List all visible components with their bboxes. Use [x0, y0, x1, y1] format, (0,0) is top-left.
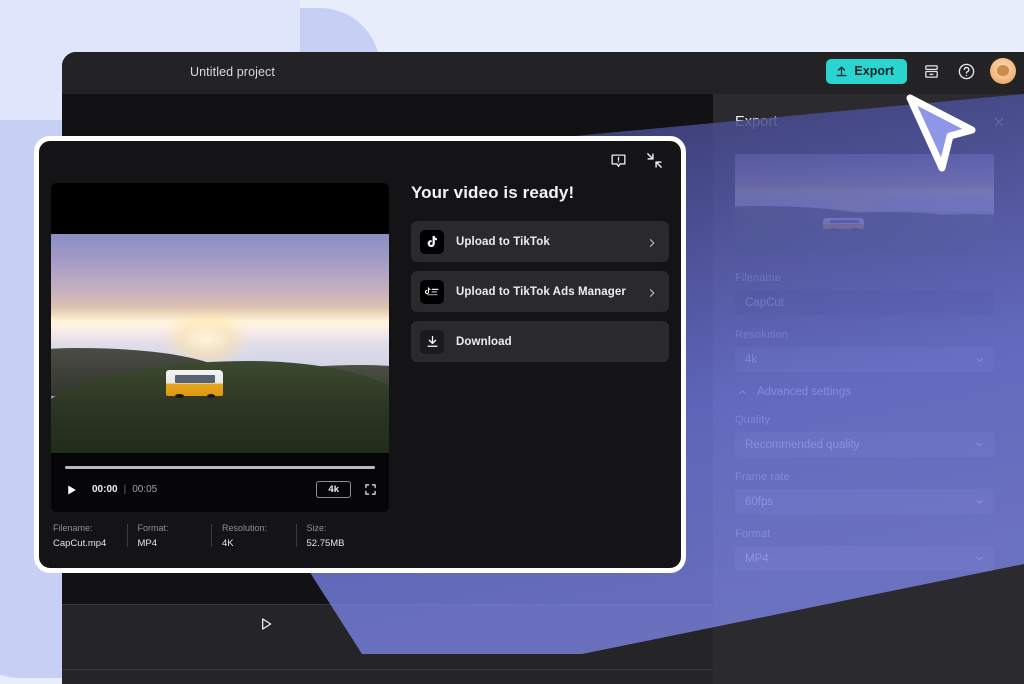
- van-window: [830, 220, 859, 223]
- timeline-play-icon[interactable]: [258, 615, 274, 633]
- export-preview-thumbnail: [735, 154, 994, 254]
- upload-to-tiktok-ads-manager-button[interactable]: Upload to TikTok Ads Manager: [411, 271, 669, 312]
- close-icon[interactable]: [988, 111, 1010, 133]
- seek-slider[interactable]: [65, 466, 375, 469]
- dialog-tool-icons: [609, 151, 664, 170]
- advanced-settings-toggle[interactable]: Advanced settings: [737, 386, 994, 398]
- tiktok-icon: [420, 230, 444, 254]
- advanced-settings-label: Advanced settings: [757, 386, 851, 398]
- chevron-down-icon: [974, 496, 985, 507]
- framerate-value: 60fps: [745, 496, 773, 508]
- quality-select[interactable]: Recommended quality: [735, 432, 994, 457]
- export-panel-header: Export: [735, 111, 1010, 133]
- download-button[interactable]: Download: [411, 321, 669, 362]
- video-artwork: [51, 234, 389, 453]
- help-circle-icon[interactable]: [955, 60, 977, 82]
- video-preview-card: 00:00 | 00:05 4k: [51, 183, 389, 512]
- export-panel: Export: [713, 94, 1024, 684]
- filename-label: Filename: [735, 272, 994, 284]
- quality-chip[interactable]: 4k: [316, 481, 351, 498]
- play-button[interactable]: [65, 483, 78, 497]
- meta-format: Format: MP4: [136, 523, 221, 549]
- fullscreen-icon[interactable]: [364, 483, 377, 496]
- player-control-row: 00:00 | 00:05 4k: [65, 481, 377, 498]
- avatar[interactable]: [990, 58, 1016, 84]
- van-wheel-rear: [852, 228, 858, 230]
- dialog-heading: Your video is ready!: [411, 183, 669, 203]
- quality-label: Quality: [735, 414, 994, 426]
- export-button[interactable]: Export: [826, 59, 907, 84]
- player-right-controls: 4k: [316, 481, 377, 498]
- meta-filename: Filename: CapCut.mp4: [51, 523, 136, 549]
- upload-to-tiktok-button[interactable]: Upload to TikTok: [411, 221, 669, 262]
- export-settings-form: Filename CapCut Resolution 4k Advanced s…: [735, 272, 994, 585]
- camper-van: [166, 370, 223, 396]
- action-label: Download: [456, 336, 512, 348]
- meta-resolution: Resolution: 4K: [220, 523, 305, 549]
- van-window: [175, 375, 215, 383]
- total-time: 00:05: [132, 484, 157, 495]
- page-title: Untitled project: [190, 65, 275, 79]
- filename-value: CapCut: [745, 297, 784, 309]
- share-actions-column: Your video is ready! Upload to TikTok: [411, 183, 669, 371]
- upload-icon: [835, 65, 848, 78]
- chevron-down-icon: [974, 553, 985, 564]
- video-ready-dialog: 00:00 | 00:05 4k Filename: CapCut.mp4: [34, 136, 686, 573]
- format-select[interactable]: MP4: [735, 546, 994, 571]
- resolution-label: Resolution: [735, 329, 994, 341]
- action-label: Upload to TikTok: [456, 236, 550, 248]
- chevron-down-icon: [974, 354, 985, 365]
- quality-value: Recommended quality: [745, 439, 859, 451]
- framerate-select[interactable]: 60fps: [735, 489, 994, 514]
- filename-input[interactable]: CapCut: [735, 290, 994, 315]
- app-header: Untitled project Export: [62, 52, 1024, 94]
- header-actions: Export: [826, 58, 1016, 84]
- action-label: Upload to TikTok Ads Manager: [456, 286, 626, 298]
- chevron-up-icon: [737, 387, 748, 398]
- resolution-select[interactable]: 4k: [735, 347, 994, 372]
- archive-icon[interactable]: [920, 60, 942, 82]
- export-panel-title: Export: [735, 114, 778, 130]
- chevron-down-icon: [974, 439, 985, 450]
- file-metadata-row: Filename: CapCut.mp4 Format: MP4 Resolut…: [51, 523, 389, 549]
- camper-van: [823, 218, 864, 229]
- timeline-track[interactable]: [62, 669, 713, 670]
- current-time: 00:00: [92, 484, 118, 495]
- tiktok-ads-icon: [420, 280, 444, 304]
- timeline-area[interactable]: [62, 604, 713, 684]
- van-body: [166, 370, 223, 396]
- chevron-right-icon: [646, 236, 658, 248]
- video-player-controls: 00:00 | 00:05 4k: [51, 453, 389, 512]
- van-wheel-front: [830, 228, 836, 230]
- chevron-right-icon: [646, 286, 658, 298]
- video-artwork: [735, 154, 994, 254]
- resolution-value: 4k: [745, 354, 757, 366]
- download-icon: [420, 330, 444, 354]
- export-button-label: Export: [854, 64, 894, 78]
- feedback-icon[interactable]: [609, 151, 628, 170]
- format-label: Format: [735, 528, 994, 540]
- framerate-label: Frame rate: [735, 471, 994, 483]
- collapse-icon[interactable]: [645, 151, 664, 170]
- time-separator: |: [124, 484, 127, 495]
- format-value: MP4: [745, 553, 769, 565]
- meta-size: Size: 52.75MB: [305, 523, 390, 549]
- video-preview[interactable]: [51, 234, 389, 453]
